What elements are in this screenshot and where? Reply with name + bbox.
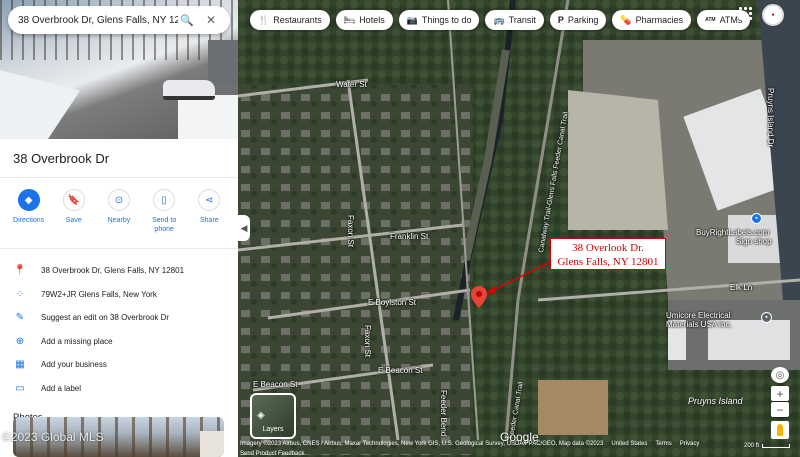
directions-button[interactable]: ◆ Directions (9, 189, 49, 244)
imagery-credit: Imagery ©2023 Airbus, CNES / Airbus, Max… (240, 441, 604, 447)
privacy-link[interactable]: Privacy (680, 441, 700, 449)
street-view-pegman[interactable] (771, 421, 789, 439)
callout-line-1: 38 Overlook Dr. (572, 242, 644, 254)
info-add-business[interactable]: ▦ Add your business (0, 353, 238, 377)
crosshair-icon: ◎ (775, 369, 785, 381)
pencil-icon: ✎ (15, 312, 25, 324)
business-pin-icon[interactable]: ▪ (761, 312, 772, 323)
fork-knife-icon: 🍴 (258, 14, 270, 25)
nearby-icon: ⊙ (107, 189, 130, 211)
chip-transit[interactable]: 🚌 Transit (485, 10, 544, 30)
chip-pharmacies[interactable]: 💊 Pharmacies (612, 10, 692, 30)
share-button[interactable]: ⋖ Share (189, 189, 229, 244)
account-avatar[interactable]: ● (762, 4, 784, 26)
chip-hotels[interactable]: 🛏 Hotels (335, 10, 393, 30)
address-callout: 38 Overlook Dr. Glens Falls, NY 12801 (550, 238, 666, 270)
info-add-missing-place[interactable]: ⊕ Add a missing place (0, 330, 238, 354)
close-icon[interactable]: ✕ (202, 13, 220, 27)
minus-icon: − (776, 402, 784, 417)
parking-icon: P (557, 15, 564, 25)
camera-icon: 📷 (406, 14, 418, 25)
callout-line-2: Glens Falls, NY 12801 (557, 256, 659, 268)
send-feedback-link[interactable]: Send Product Feedback (240, 451, 304, 457)
photo-watermark: ©2023 Global MLS (2, 430, 104, 444)
country-link[interactable]: United States (611, 441, 647, 449)
info-list: 📍 38 Overbrook Dr, Glens Falls, NY 12801… (0, 253, 238, 400)
place-side-panel: 🔍 ✕ 38 Overbrook Dr ◆ Directions 🔖 Save … (0, 0, 238, 457)
zoom-out-button[interactable]: − (771, 402, 789, 417)
terms-link[interactable]: Terms (655, 441, 671, 449)
street-label-franklin: Franklin St (390, 232, 429, 241)
shop-pin-icon[interactable]: ▪ (751, 213, 762, 224)
apps-grid-icon[interactable] (738, 6, 752, 20)
save-button[interactable]: 🔖 Save (54, 189, 94, 244)
search-box: 🔍 ✕ (8, 6, 230, 34)
map-canvas[interactable]: Water St Franklin St E Boylston St E Bea… (238, 0, 800, 457)
layers-label: Layers (262, 426, 284, 433)
my-location-button[interactable]: ◎ (771, 367, 789, 383)
bed-icon: 🛏 (343, 14, 356, 25)
chip-restaurants[interactable]: 🍴 Restaurants (250, 10, 330, 30)
info-plus-code[interactable]: ⁘ 79W2+JR Glens Falls, New York (0, 283, 238, 307)
search-input[interactable] (18, 14, 178, 26)
phone-icon: ▯ (153, 189, 176, 211)
zoom-in-button[interactable]: + (771, 386, 789, 401)
add-business-icon: ▦ (15, 359, 25, 371)
poi-buyright-category: Sign shop (736, 237, 772, 246)
poi-umicore-line2: Materials USA Inc. (666, 320, 732, 329)
share-icon: ⋖ (198, 189, 221, 211)
divider (0, 177, 238, 178)
directions-icon: ◆ (17, 189, 40, 211)
attribution-bar: Imagery ©2023 Airbus, CNES / Airbus, Max… (238, 441, 800, 449)
action-row: ◆ Directions 🔖 Save ⊙ Nearby ▯ Send to p… (0, 182, 238, 244)
info-address[interactable]: 📍 38 Overbrook Dr, Glens Falls, NY 12801 (0, 259, 238, 283)
search-icon[interactable]: 🔍 (178, 14, 196, 27)
poi-buyright: BuyRightLabels.com Sign shop (696, 228, 772, 246)
chevron-left-icon: ◀ (240, 222, 248, 233)
street-label-beacon: E Beacon St (253, 380, 298, 389)
map-scale[interactable]: 200 ft (744, 443, 790, 449)
poi-umicore-line1: Umicore Electrical (666, 311, 731, 320)
chip-things-to-do[interactable]: 📷 Things to do (398, 10, 480, 30)
send-to-phone-button[interactable]: ▯ Send to phone (144, 189, 184, 244)
pegman-icon (777, 424, 783, 436)
street-label-boylston: E Boylston St (368, 298, 417, 307)
bookmark-icon: 🔖 (62, 189, 85, 211)
street-label-pruyns: Pruyns Island Dr (766, 88, 775, 148)
place-label-island: Pruyns Island (688, 396, 743, 406)
street-label-faxon-2: Faxon St (363, 325, 372, 358)
bus-icon: 🚌 (493, 14, 505, 25)
location-pin-icon: 📍 (13, 265, 27, 277)
plus-icon: + (776, 386, 784, 401)
info-suggest-edit[interactable]: ✎ Suggest an edit on 38 Overbrook Dr (0, 306, 238, 330)
plus-code-icon: ⁘ (15, 288, 25, 300)
street-label-elk: Elk Ln (730, 283, 753, 292)
add-location-icon: ⊕ (15, 335, 25, 347)
poi-umicore: Umicore Electrical Materials USA Inc. (666, 311, 732, 329)
chip-parking[interactable]: P Parking (549, 10, 607, 30)
layers-button[interactable]: ◈ Layers (250, 393, 296, 439)
divider (0, 248, 238, 249)
page-title: 38 Overbrook Dr (13, 151, 110, 166)
street-label-water: Water St (336, 80, 367, 89)
category-chips: 🍴 Restaurants 🛏 Hotels 📷 Things to do 🚌 Tran… (250, 10, 751, 30)
street-label-feeder-bend: Feeder Bend (439, 390, 448, 437)
poi-buyright-name: BuyRightLabels.com (696, 228, 770, 237)
info-add-label[interactable]: ▭ Add a label (0, 377, 238, 401)
atm-icon: ATM (705, 17, 716, 23)
collapse-panel-button[interactable]: ◀ (238, 215, 250, 241)
street-label-beacon-east: E Beacon St (378, 366, 423, 375)
layers-icon: ◈ (257, 410, 265, 421)
label-icon: ▭ (15, 382, 25, 394)
pill-icon: 💊 (620, 14, 632, 25)
location-pin-icon[interactable] (471, 286, 487, 308)
nearby-button[interactable]: ⊙ Nearby (99, 189, 139, 244)
street-label-faxon-1: Faxon St (346, 215, 355, 248)
